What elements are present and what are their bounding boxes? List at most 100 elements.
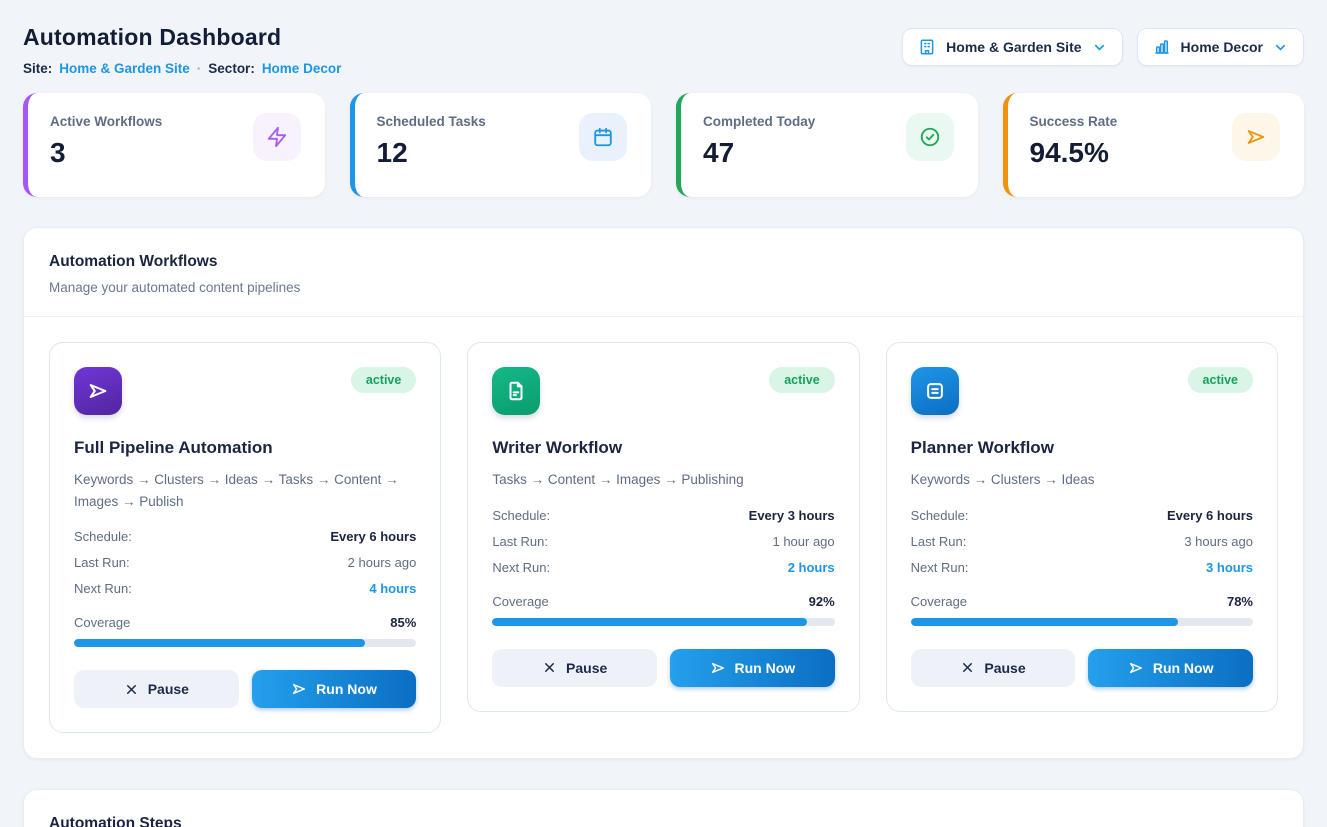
list-icon <box>911 367 959 415</box>
schedule-label: Schedule: <box>74 529 132 544</box>
workflow-meta: Schedule: Every 3 hours Last Run: 1 hour… <box>492 508 834 575</box>
x-icon <box>542 660 557 675</box>
breadcrumb: Site: Home & Garden Site · Sector: Home … <box>23 61 341 76</box>
last-run-label: Last Run: <box>74 555 130 570</box>
separator-dot: · <box>197 61 202 76</box>
site-link[interactable]: Home & Garden Site <box>59 61 190 76</box>
workflow-title: Planner Workflow <box>911 438 1253 458</box>
schedule-value: Every 6 hours <box>1167 508 1253 523</box>
last-run-row: Last Run: 1 hour ago <box>492 534 834 549</box>
workflow-card-top: active <box>74 367 416 415</box>
run-now-button-label: Run Now <box>316 681 377 697</box>
coverage-value: 85% <box>390 615 416 630</box>
header-actions: Home & Garden Site Home Decor <box>902 28 1304 66</box>
page-header: Automation Dashboard Site: Home & Garden… <box>23 24 1304 76</box>
workflow-description: Tasks → Content → Images → Publishing <box>492 469 834 491</box>
pause-button[interactable]: Pause <box>74 670 239 708</box>
schedule-row: Schedule: Every 3 hours <box>492 508 834 523</box>
run-now-button-label: Run Now <box>735 660 796 676</box>
stat-card-active-workflows: Active Workflows 3 <box>23 93 325 197</box>
calendar-icon <box>579 113 627 161</box>
x-icon <box>124 682 139 697</box>
workflow-buttons: Pause Run Now <box>74 670 416 708</box>
last-run-label: Last Run: <box>911 534 967 549</box>
coverage-progress-track <box>74 639 416 647</box>
stat-card-success-rate: Success Rate 94.5% <box>1003 93 1305 197</box>
workflow-description: Keywords → Clusters → Ideas → Tasks → Co… <box>74 469 416 512</box>
page-title: Automation Dashboard <box>23 24 341 51</box>
sector-dropdown[interactable]: Home Decor <box>1137 28 1304 66</box>
next-run-row: Next Run: 3 hours <box>911 560 1253 575</box>
chevron-down-icon <box>1273 40 1288 55</box>
coverage-label: Coverage <box>911 594 967 609</box>
workflow-card-top: active <box>492 367 834 415</box>
stats-row: Active Workflows 3 Scheduled Tasks 12 Co… <box>23 93 1304 197</box>
coverage-progress-fill <box>911 618 1178 626</box>
workflows-section-header: Automation Workflows Manage your automat… <box>24 228 1303 317</box>
coverage-progress-track <box>492 618 834 626</box>
coverage-row: Coverage 92% <box>492 594 834 609</box>
file-icon <box>492 367 540 415</box>
workflow-grid: active Full Pipeline Automation Keywords… <box>24 317 1303 758</box>
run-now-button[interactable]: Run Now <box>1088 649 1253 687</box>
coverage-label: Coverage <box>74 615 130 630</box>
send-icon <box>291 681 307 697</box>
site-dropdown[interactable]: Home & Garden Site <box>902 28 1122 66</box>
workflow-meta: Schedule: Every 6 hours Last Run: 3 hour… <box>911 508 1253 575</box>
workflows-section-title: Automation Workflows <box>49 253 1278 271</box>
next-run-row: Next Run: 4 hours <box>74 581 416 596</box>
status-badge: active <box>1188 367 1253 393</box>
sector-label: Sector: <box>208 61 255 76</box>
next-run-row: Next Run: 2 hours <box>492 560 834 575</box>
last-run-value: 3 hours ago <box>1184 534 1253 549</box>
send-icon <box>1128 660 1144 676</box>
pause-button-label: Pause <box>148 681 189 697</box>
site-label: Site: <box>23 61 52 76</box>
schedule-label: Schedule: <box>911 508 969 523</box>
workflow-card-writer: active Writer Workflow Tasks → Content →… <box>467 342 859 712</box>
coverage-progress-track <box>911 618 1253 626</box>
next-run-value: 4 hours <box>369 581 416 596</box>
schedule-row: Schedule: Every 6 hours <box>74 529 416 544</box>
pause-button-label: Pause <box>984 660 1025 676</box>
workflow-title: Writer Workflow <box>492 438 834 458</box>
check-circle-icon <box>906 113 954 161</box>
last-run-label: Last Run: <box>492 534 548 549</box>
steps-section-header: Automation Steps Configure which steps a… <box>24 790 1303 827</box>
coverage-value: 78% <box>1227 594 1253 609</box>
status-badge: active <box>769 367 834 393</box>
last-run-value: 2 hours ago <box>348 555 417 570</box>
workflow-meta: Schedule: Every 6 hours Last Run: 2 hour… <box>74 529 416 596</box>
send-icon <box>1232 113 1280 161</box>
sector-dropdown-label: Home Decor <box>1181 39 1263 55</box>
pause-button[interactable]: Pause <box>911 649 1076 687</box>
send-icon <box>710 660 726 676</box>
pause-button[interactable]: Pause <box>492 649 657 687</box>
next-run-label: Next Run: <box>911 560 969 575</box>
site-dropdown-label: Home & Garden Site <box>946 39 1081 55</box>
run-now-button[interactable]: Run Now <box>252 670 417 708</box>
lightning-icon <box>253 113 301 161</box>
bar-chart-icon <box>1153 38 1171 56</box>
workflow-card-top: active <box>911 367 1253 415</box>
coverage-row: Coverage 78% <box>911 594 1253 609</box>
schedule-value: Every 6 hours <box>330 529 416 544</box>
last-run-row: Last Run: 3 hours ago <box>911 534 1253 549</box>
schedule-label: Schedule: <box>492 508 550 523</box>
coverage-value: 92% <box>809 594 835 609</box>
workflows-section: Automation Workflows Manage your automat… <box>23 227 1304 759</box>
workflow-card-full-pipeline: active Full Pipeline Automation Keywords… <box>49 342 441 733</box>
run-now-button[interactable]: Run Now <box>670 649 835 687</box>
next-run-value: 3 hours <box>1206 560 1253 575</box>
stat-card-scheduled-tasks: Scheduled Tasks 12 <box>350 93 652 197</box>
steps-section: Automation Steps Configure which steps a… <box>23 789 1304 827</box>
coverage-row: Coverage 85% <box>74 615 416 630</box>
coverage-label: Coverage <box>492 594 548 609</box>
workflow-title: Full Pipeline Automation <box>74 438 416 458</box>
pause-button-label: Pause <box>566 660 607 676</box>
steps-section-title: Automation Steps <box>49 815 1278 827</box>
sector-link[interactable]: Home Decor <box>262 61 342 76</box>
workflow-buttons: Pause Run Now <box>911 649 1253 687</box>
next-run-value: 2 hours <box>788 560 835 575</box>
chevron-down-icon <box>1092 40 1107 55</box>
